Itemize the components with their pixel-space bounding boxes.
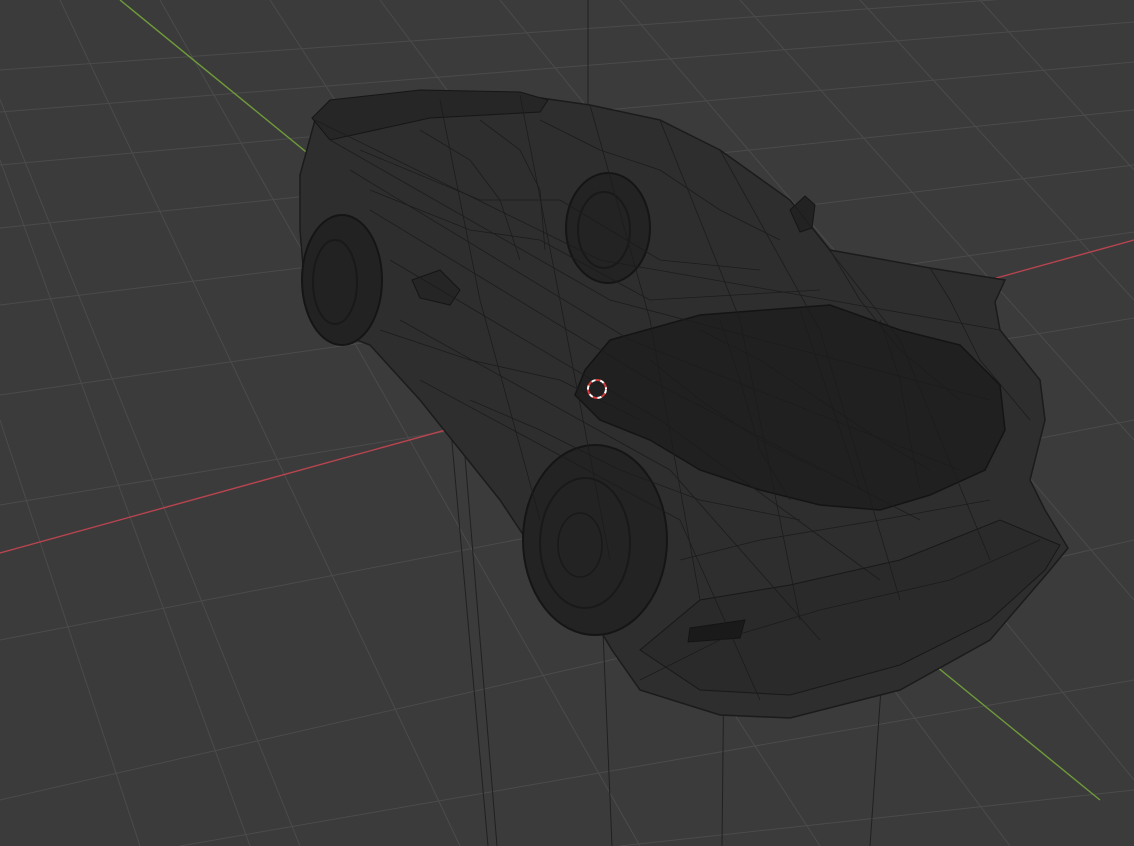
viewport-canvas[interactable]	[0, 0, 1134, 846]
front-left-wheel	[522, 444, 668, 636]
rear-left-wheel	[301, 214, 383, 346]
3d-viewport[interactable]	[0, 0, 1134, 846]
